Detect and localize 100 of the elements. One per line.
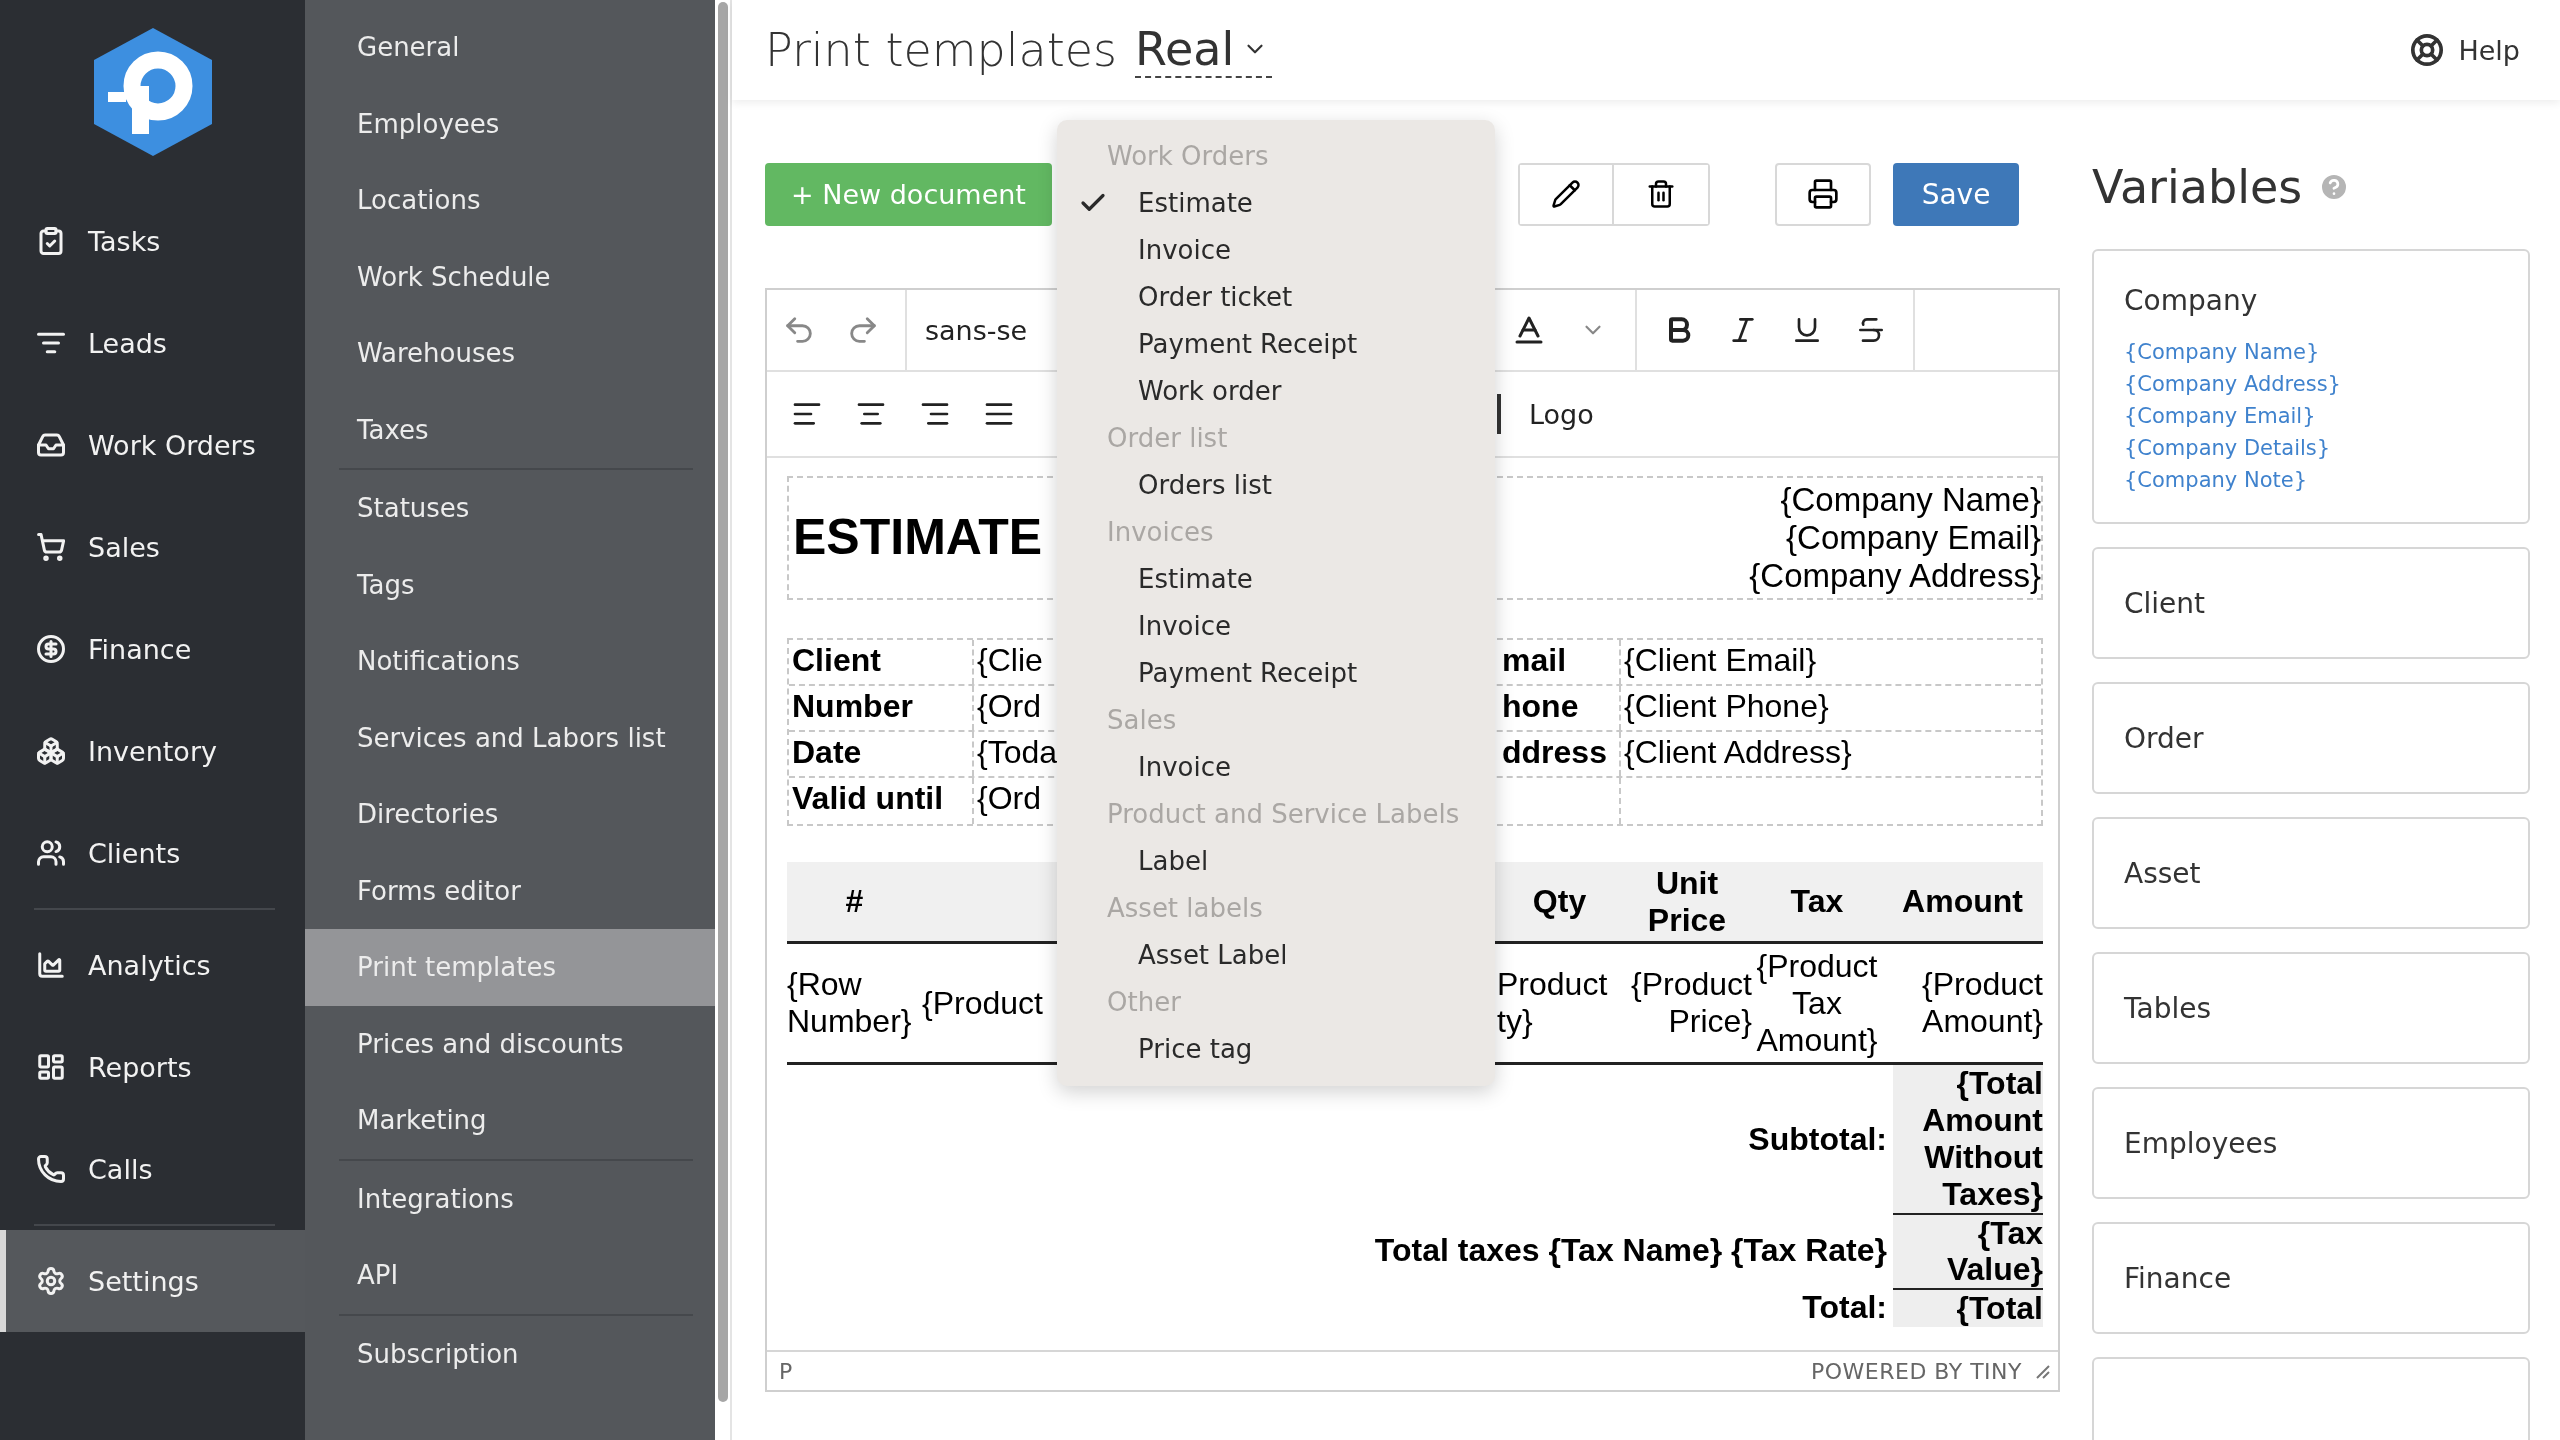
variable-link[interactable]: {Company Note} [2124, 468, 2498, 492]
font-select[interactable]: sans-se [917, 300, 1028, 360]
branding-text: POWERED BY TINY [1811, 1358, 2022, 1384]
nav-item[interactable]: Analytics [0, 914, 305, 1016]
nav-item[interactable]: Calls [0, 1118, 305, 1220]
menu-item[interactable]: Price tag [1057, 1025, 1495, 1072]
page-title: Print templates [765, 23, 1118, 77]
settings-menu-item[interactable]: Employees [305, 85, 715, 162]
table-cell-text: {Client Phone} [1623, 687, 1830, 726]
settings-menu-item[interactable]: API [305, 1237, 715, 1314]
resize-handle-icon[interactable] [2034, 1363, 2050, 1379]
variable-link[interactable]: {Company Address} [2124, 372, 2498, 396]
variable-group[interactable]: Finance [2092, 1222, 2530, 1334]
table-cell-text: {Toda [976, 733, 1059, 772]
area-chart-icon [36, 950, 66, 980]
table-cell-text: {Product Price} [1630, 966, 1752, 1040]
edit-button[interactable] [1520, 164, 1614, 224]
dollar-icon [36, 634, 66, 664]
printer-icon [1807, 178, 1839, 210]
nav-item[interactable]: Tasks [0, 190, 305, 292]
menu-item[interactable]: Label [1057, 837, 1495, 884]
variable-link[interactable]: {Company Details} [2124, 436, 2498, 460]
nav-item[interactable]: Work Orders [0, 394, 305, 496]
table-cell-text: {Ord [976, 687, 1043, 726]
dashboard-icon [36, 1052, 66, 1082]
variable-group[interactable]: Tables [2092, 952, 2530, 1064]
table-cell-text: {Row Number} [787, 966, 913, 1040]
table-cell-text: Product ty} [1497, 966, 1609, 1040]
variable-group[interactable]: Asset [2092, 817, 2530, 929]
table-cell-text: {Clie [976, 641, 1044, 680]
settings-menu-item[interactable]: Subscription [305, 1315, 715, 1392]
nav-item[interactable]: Sales [0, 496, 305, 598]
column-header: Qty [1531, 883, 1588, 920]
nav-item[interactable]: Leads [0, 292, 305, 394]
menu-item[interactable]: Estimate [1057, 555, 1495, 602]
template-select[interactable]: Real [1135, 22, 1273, 78]
menu-item[interactable]: Invoice [1057, 743, 1495, 790]
variable-group[interactable]: Client [2092, 547, 2530, 659]
table-cell-text: {Product Tax Amount} [1755, 948, 1879, 1059]
settings-menu-item[interactable]: Integrations [305, 1160, 715, 1237]
company-field: {Company Name} [1780, 481, 2041, 520]
boxes-icon [36, 736, 66, 766]
settings-menu-item[interactable]: Warehouses [305, 315, 715, 392]
settings-menu-item[interactable]: Notifications [305, 623, 715, 700]
table-cell: Number [789, 686, 974, 730]
menu-item[interactable]: Payment Receipt [1057, 649, 1495, 696]
menu-item[interactable]: Orders list [1057, 461, 1495, 508]
settings-menu-item[interactable]: Forms editor [305, 852, 715, 929]
nav-item[interactable]: Inventory [0, 700, 305, 802]
menu-group-label: Work Orders [1106, 139, 1270, 173]
variable-group[interactable]: Order [2092, 682, 2530, 794]
settings-menu-item[interactable]: Taxes [305, 391, 715, 468]
menu-group-label: Asset labels [1106, 891, 1264, 925]
variable-group[interactable]: Company {Company Name} {Company Address} {Company Email} {Company Details} {Company Note} [2092, 249, 2530, 524]
logo-icon [93, 28, 212, 156]
menu-item[interactable]: Invoice [1057, 226, 1495, 273]
variable-link[interactable]: {Company Name} [2124, 340, 2498, 364]
variable-link[interactable]: {Company Email} [2124, 404, 2498, 428]
column-header: Amount [1901, 883, 2024, 920]
table-cell-text: {Client Address} [1623, 733, 1853, 772]
menu-item[interactable]: Estimate [1057, 179, 1495, 226]
table-cell-text: {Product [922, 984, 1044, 1022]
menu-item[interactable]: Order ticket [1057, 273, 1495, 320]
help-link[interactable]: Help [2410, 33, 2520, 67]
table-cell: Valid until [789, 778, 974, 824]
column-header: Tax [1789, 883, 1845, 920]
menu-item[interactable]: Invoice [1057, 602, 1495, 649]
variable-group[interactable]: Employees [2092, 1087, 2530, 1199]
nav-item[interactable]: Reports [0, 1016, 305, 1118]
menu-item[interactable]: Asset Label [1057, 931, 1495, 978]
trash-icon [1646, 179, 1676, 209]
settings-menu-item[interactable]: Marketing [305, 1082, 715, 1159]
settings-menu-item[interactable]: Directories [305, 776, 715, 853]
settings-menu-item[interactable]: Locations [305, 162, 715, 239]
save-button[interactable]: Save [1893, 162, 2019, 226]
pencil-icon [1551, 179, 1581, 209]
column-header: # [844, 883, 865, 920]
total-value: {Total [1893, 1288, 2043, 1327]
settings-menu-item[interactable]: Services and Labors list [305, 699, 715, 776]
table-cell-text: {Ord [976, 779, 1043, 818]
settings-icon [36, 1266, 66, 1296]
settings-menu-item[interactable]: Prices and discounts [305, 1005, 715, 1082]
document-heading: ESTIMATE [792, 509, 1044, 567]
nav-item[interactable]: Settings [0, 1230, 305, 1332]
scrollbar[interactable] [717, 2, 728, 1402]
lifebuoy-icon [2410, 33, 2445, 67]
menu-item[interactable]: Payment Receipt [1057, 320, 1495, 367]
menu-group-label: Other [1106, 985, 1182, 1019]
table-cell: Client [789, 640, 974, 684]
nav-item[interactable]: Clients [0, 802, 305, 904]
menu-item[interactable]: Work order [1057, 367, 1495, 414]
settings-menu-item[interactable]: Work Schedule [305, 238, 715, 315]
nav-item[interactable]: Finance [0, 598, 305, 700]
total-label: Total: [1802, 1289, 1888, 1326]
print-button[interactable] [1775, 162, 1871, 226]
settings-menu-item[interactable]: Tags [305, 546, 715, 623]
settings-menu-item[interactable]: General [305, 9, 715, 86]
table-cell: ddress [1499, 732, 1621, 776]
company-field: {Company Email} [1786, 519, 2041, 557]
settings-menu-item[interactable]: Statuses [305, 470, 715, 547]
